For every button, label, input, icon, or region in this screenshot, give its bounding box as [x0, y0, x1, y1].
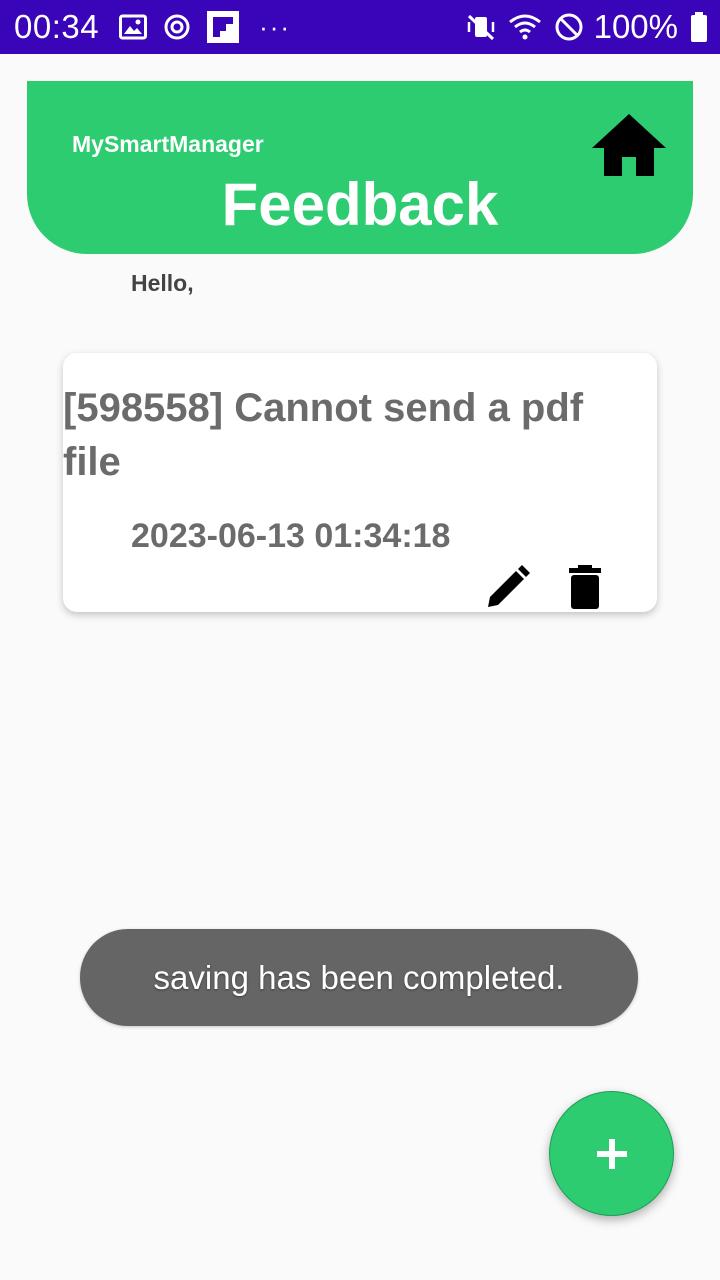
home-icon: [592, 114, 666, 176]
plus-icon: [596, 1138, 627, 1169]
home-button[interactable]: [590, 111, 668, 181]
battery-icon: [690, 12, 708, 42]
delete-button[interactable]: [561, 563, 609, 611]
greeting-text: Hello,: [131, 270, 194, 296]
wifi-icon: [508, 13, 542, 41]
vibrate-mute-icon: [466, 12, 496, 42]
toast-message: saving has been completed.: [80, 929, 638, 1026]
image-icon: [119, 14, 148, 40]
more-notifications-icon: ···: [259, 11, 292, 42]
flipboard-icon: [207, 11, 240, 43]
app-header: MySmartManager Feedback: [27, 81, 693, 254]
feedback-date: 2023-06-13 01:34:18: [131, 517, 451, 555]
edit-button[interactable]: [484, 563, 532, 611]
battery-percent: 100%: [593, 8, 678, 45]
sync-icon: [163, 13, 191, 41]
feedback-card[interactable]: [598558] Cannot send a pdf file 2023-06-…: [63, 353, 657, 612]
status-system-icons: 100%: [454, 8, 708, 46]
pencil-icon: [488, 565, 530, 607]
trash-icon: [569, 565, 601, 609]
do-not-disturb-icon: [554, 12, 584, 42]
feedback-title: [598558] Cannot send a pdf file: [63, 386, 584, 484]
status-time: 00:34: [14, 8, 100, 45]
status-bar: 00:34 ··· 100%: [0, 0, 720, 54]
status-notification-icons: ···: [119, 11, 291, 43]
app-name: MySmartManager: [72, 131, 264, 157]
add-feedback-button[interactable]: [549, 1091, 674, 1216]
